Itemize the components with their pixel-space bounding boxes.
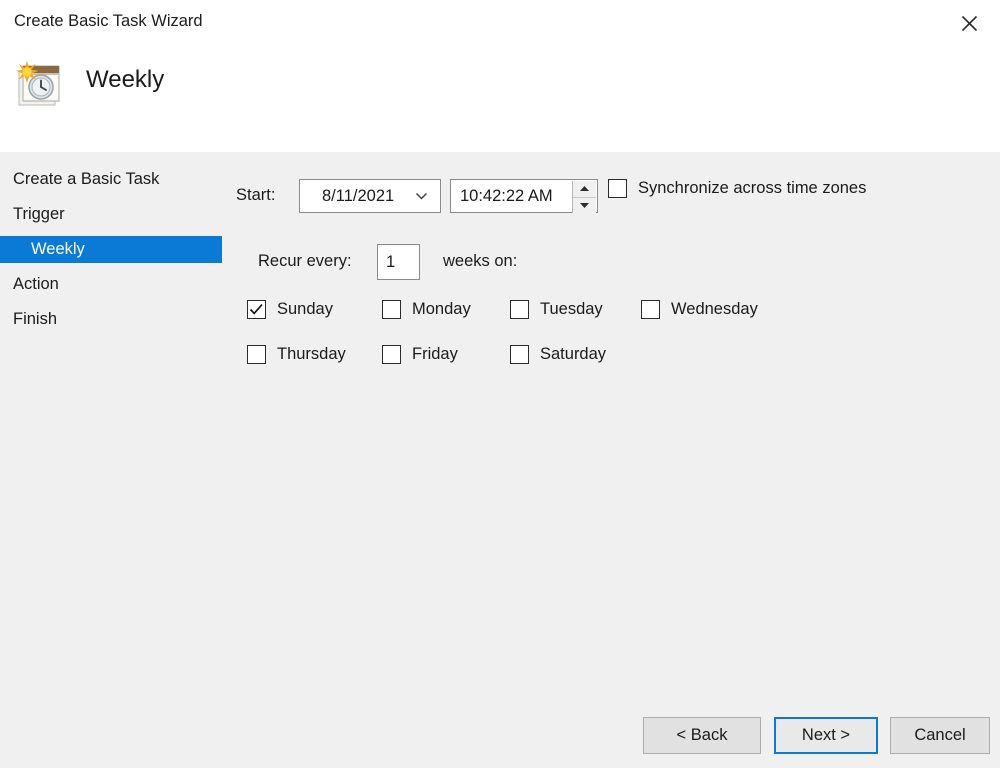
wizard-header: Weekly — [0, 46, 1000, 152]
close-icon[interactable] — [946, 4, 992, 42]
day-label-sunday: Sunday — [277, 299, 333, 318]
start-date-value: 8/11/2021 — [322, 186, 395, 205]
day-checkbox-wednesday[interactable] — [641, 299, 660, 319]
day-checkbox-row-saturday[interactable]: Saturday — [510, 344, 607, 364]
day-checkbox-monday[interactable] — [382, 299, 401, 319]
sidebar-item-label: Trigger — [13, 205, 65, 223]
spinner-up-icon[interactable] — [573, 181, 596, 198]
chevron-down-icon — [415, 190, 428, 203]
day-checkbox-row-monday[interactable]: Monday — [382, 299, 471, 319]
sidebar-item-trigger[interactable]: Trigger — [0, 201, 222, 228]
weekdays-row-2: Thursday Friday Saturday — [222, 341, 942, 367]
day-label-monday: Monday — [412, 299, 471, 318]
day-label-thursday: Thursday — [277, 344, 346, 363]
window-titlebar: Create Basic Task Wizard — [0, 0, 1000, 46]
wizard-form: Start: 8/11/2021 10:42:22 AM Synchronize… — [222, 152, 1000, 697]
day-checkbox-row-wednesday[interactable]: Wednesday — [641, 299, 758, 319]
wizard-body: Create a Basic Task Trigger Weekly Actio… — [0, 152, 1000, 697]
spinner-down-icon[interactable] — [573, 197, 596, 213]
window-title: Create Basic Task Wizard — [14, 12, 203, 30]
start-label: Start: — [236, 186, 276, 204]
start-time-value: 10:42:22 AM — [460, 186, 553, 205]
weekly-task-calendar-clock-icon — [12, 56, 70, 114]
day-checkbox-row-sunday[interactable]: Sunday — [247, 299, 333, 319]
recur-every-row: Recur every: 1 weeks on: — [222, 244, 742, 280]
synchronize-across-time-zones-label: Synchronize across time zones — [638, 179, 867, 197]
weekdays-row-1: Sunday Monday Tuesday Wednesday — [222, 296, 942, 322]
sidebar-item-weekly[interactable]: Weekly — [0, 236, 222, 263]
weeks-on-label: weeks on: — [443, 252, 518, 270]
recur-every-label: Recur every: — [258, 252, 352, 270]
cancel-button[interactable]: Cancel — [890, 717, 990, 754]
page-title: Weekly — [86, 66, 165, 93]
sidebar-item-label: Create a Basic Task — [13, 170, 160, 188]
sidebar-item-create-a-basic-task[interactable]: Create a Basic Task — [0, 166, 222, 193]
recur-every-weeks-value: 1 — [386, 252, 396, 271]
day-checkbox-sunday[interactable] — [247, 299, 266, 319]
day-label-saturday: Saturday — [540, 344, 607, 363]
sidebar-item-finish[interactable]: Finish — [0, 306, 222, 333]
day-checkbox-row-tuesday[interactable]: Tuesday — [510, 299, 603, 319]
start-time-spinner[interactable] — [572, 181, 596, 213]
next-button[interactable]: Next > — [774, 717, 878, 754]
start-time-input[interactable]: 10:42:22 AM — [450, 179, 598, 213]
day-checkbox-friday[interactable] — [382, 344, 401, 364]
day-checkbox-thursday[interactable] — [247, 344, 266, 364]
synchronize-across-time-zones-checkbox-row[interactable]: Synchronize across time zones — [608, 179, 866, 198]
sidebar-item-label: Weekly — [31, 240, 85, 258]
day-checkbox-row-friday[interactable]: Friday — [382, 344, 458, 364]
sidebar-item-action[interactable]: Action — [0, 271, 222, 298]
day-label-tuesday: Tuesday — [540, 299, 603, 318]
sidebar-item-label: Action — [13, 275, 59, 293]
synchronize-across-time-zones-checkbox[interactable] — [608, 179, 627, 198]
day-label-friday: Friday — [412, 344, 458, 363]
back-button[interactable]: < Back — [643, 717, 761, 754]
day-checkbox-tuesday[interactable] — [510, 299, 529, 319]
wizard-footer: < Back Next > Cancel — [0, 697, 1000, 768]
start-row: Start: 8/11/2021 10:42:22 AM Synchronize… — [222, 152, 942, 214]
start-date-dropdown[interactable]: 8/11/2021 — [299, 179, 441, 213]
day-checkbox-row-thursday[interactable]: Thursday — [247, 344, 346, 364]
wizard-steps-sidebar: Create a Basic Task Trigger Weekly Actio… — [0, 152, 222, 697]
day-checkbox-saturday[interactable] — [510, 344, 529, 364]
day-label-wednesday: Wednesday — [671, 299, 758, 318]
sidebar-item-label: Finish — [13, 310, 58, 328]
recur-every-weeks-input[interactable]: 1 — [377, 244, 420, 280]
